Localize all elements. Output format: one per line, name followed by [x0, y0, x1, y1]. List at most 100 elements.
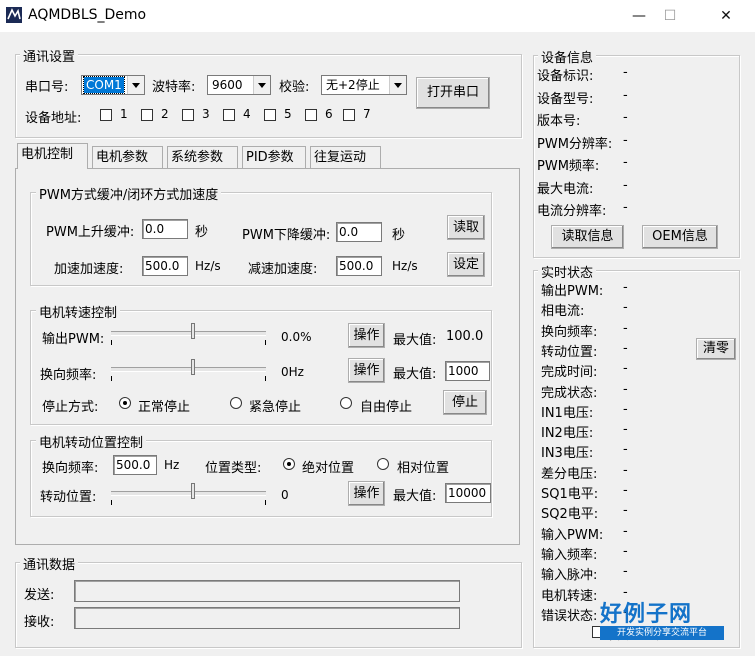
realtime-rows-value: - [623, 320, 628, 336]
stop-free-radio[interactable] [340, 397, 352, 409]
device-info-rows-key: PWM频率: [537, 159, 600, 174]
stop-normal-radio[interactable] [119, 397, 131, 409]
chevron-down-icon[interactable] [253, 76, 270, 94]
realtime-rows-key: IN2电压: [541, 426, 594, 442]
send-field[interactable] [74, 580, 460, 602]
address-label-4: 4 [243, 107, 251, 121]
address-label-2: 2 [161, 107, 169, 121]
pwm-rise-input[interactable]: 0.0 [142, 219, 188, 239]
tab-pid-params[interactable]: PID参数 [242, 146, 306, 168]
position-freq-input[interactable]: 500.0 [113, 455, 157, 475]
device-info-rows-value: - [623, 132, 628, 148]
commutation-freq-value: 0Hz [281, 365, 304, 379]
receive-field[interactable] [74, 607, 460, 629]
realtime-rows-key: 换向频率: [541, 324, 598, 340]
address-checkbox-3[interactable] [182, 109, 194, 121]
window-title: AQMDBLS_Demo [28, 7, 147, 23]
pwm-read-button[interactable]: 读取 [447, 215, 485, 240]
rotate-position-label: 转动位置: [40, 490, 97, 505]
absolute-position-radio[interactable] [283, 458, 295, 470]
tab-system-params[interactable]: 系统参数 [167, 146, 238, 168]
device-info-rows-value: - [623, 155, 628, 170]
pwm-rise-label: PWM上升缓冲: [46, 225, 135, 240]
device-info-rows-value: - [623, 87, 628, 103]
pwm-set-button[interactable]: 设定 [447, 252, 485, 277]
freq-max-label: 最大值: [393, 367, 437, 382]
realtime-rows-key: 电机转速: [541, 588, 598, 604]
parity-select[interactable]: 无+2停止 [321, 75, 407, 95]
address-checkbox-5[interactable] [264, 109, 276, 121]
pwm-fall-unit: 秒 [392, 228, 406, 243]
commutation-freq-label: 换向频率: [40, 368, 97, 383]
address-checkbox-7[interactable] [343, 109, 355, 121]
realtime-rows-value: - [623, 564, 628, 580]
address-checkbox-4[interactable] [223, 109, 235, 121]
clear-button[interactable]: 清零 [696, 338, 736, 360]
pos-max-input[interactable]: 10000 [445, 483, 491, 503]
pwm-fall-label: PWM下降缓冲: [242, 228, 331, 243]
freq-max-input[interactable]: 1000 [445, 361, 490, 381]
device-info-label: 设备信息 [538, 47, 597, 66]
port-select[interactable]: COM1 [81, 75, 145, 95]
realtime-rows-key: 完成状态: [541, 385, 598, 401]
device-info-rows-value: - [623, 65, 628, 80]
pwm-fall-input[interactable]: 0.0 [336, 222, 382, 242]
comm-data-label: 通讯数据 [20, 554, 79, 573]
rotate-position-slider[interactable] [111, 483, 266, 505]
maximize-button[interactable]: ☐ [647, 0, 693, 32]
tab-motor-params[interactable]: 电机参数 [92, 146, 163, 168]
comm-data-group [15, 562, 522, 648]
realtime-rows-key: 转动位置: [541, 344, 598, 360]
address-checkbox-2[interactable] [141, 109, 153, 121]
device-info-rows-key: 版本号: [537, 114, 581, 129]
stop-normal-label: 正常停止 [138, 400, 191, 415]
pos-max-label: 最大值: [393, 489, 437, 504]
realtime-rows-key: 完成时间: [541, 365, 598, 381]
realtime-rows-value: - [623, 503, 628, 519]
realtime-rows-key: 输入PWM: [541, 527, 604, 543]
output-pwm-slider[interactable] [111, 323, 266, 345]
realtime-status-label: 实时状态 [538, 262, 597, 281]
oem-info-button[interactable]: OEM信息 [642, 225, 718, 249]
tab-reciprocating[interactable]: 往复运动 [310, 146, 381, 168]
address-checkbox-6[interactable] [305, 109, 317, 121]
read-info-button[interactable]: 读取信息 [551, 225, 624, 249]
realtime-rows-value: - [623, 523, 628, 539]
accel-input[interactable]: 500.0 [142, 256, 188, 276]
position-group-label: 电机转动位置控制 [36, 432, 147, 451]
chevron-down-icon[interactable] [127, 76, 144, 94]
comm-settings-label: 通讯设置 [20, 46, 79, 65]
device-info-rows-key: 设备标识: [537, 69, 594, 84]
realtime-rows-key: SQ1电平: [541, 487, 599, 502]
open-port-button[interactable]: 打开串口 [416, 77, 490, 109]
output-pwm-operate-button[interactable]: 操作 [348, 323, 385, 348]
relative-position-radio[interactable] [377, 458, 389, 470]
tab-motor-control[interactable]: 电机控制 [17, 143, 88, 169]
commutation-freq-operate-button[interactable]: 操作 [348, 358, 385, 383]
realtime-rows-value: - [623, 361, 628, 377]
realtime-rows-value: - [623, 442, 628, 458]
commutation-freq-slider[interactable] [111, 359, 266, 381]
pwm-rise-unit: 秒 [195, 225, 209, 240]
rotate-position-operate-button[interactable]: 操作 [348, 481, 385, 506]
device-info-rows-value: - [623, 177, 628, 193]
stop-button[interactable]: 停止 [443, 390, 487, 415]
stop-emergency-radio[interactable] [230, 397, 242, 409]
decel-label: 减速加速度: [248, 262, 318, 277]
output-pwm-value: 0.0% [281, 330, 312, 344]
decel-input[interactable]: 500.0 [336, 256, 382, 276]
address-label-3: 3 [202, 107, 210, 121]
relative-position-label: 相对位置 [397, 461, 450, 476]
device-info-rows-key: 电流分辨率: [537, 204, 607, 219]
chevron-down-icon[interactable] [389, 76, 406, 94]
realtime-rows-key: 相电流: [541, 304, 585, 320]
realtime-rows-value: - [623, 483, 628, 498]
realtime-rows-key: 错误状态: [541, 608, 598, 624]
close-button[interactable]: ✕ [703, 0, 749, 32]
pwm-group-label: PWM方式缓冲/闭环方式加速度 [36, 184, 222, 203]
device-info-rows-key: 设备型号: [537, 91, 594, 107]
address-label-1: 1 [120, 107, 128, 121]
accel-unit: Hz/s [195, 259, 221, 273]
address-checkbox-1[interactable] [100, 109, 112, 121]
baud-select[interactable]: 9600 [207, 75, 271, 95]
